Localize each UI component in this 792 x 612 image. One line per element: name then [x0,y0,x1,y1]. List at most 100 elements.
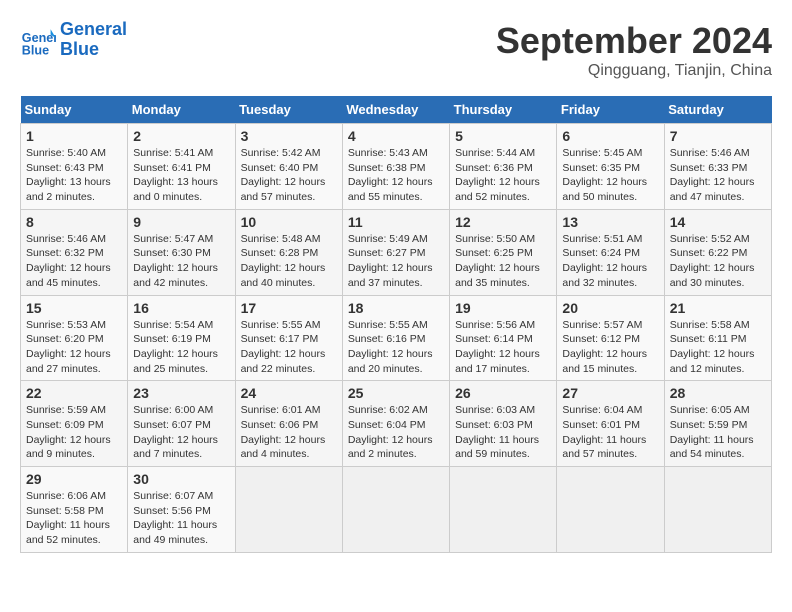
day-number: 18 [348,300,444,316]
calendar-cell: 8 Sunrise: 5:46 AM Sunset: 6:32 PM Daylig… [21,209,128,295]
calendar-cell: 6Sunrise: 5:45 AM Sunset: 6:35 PM Daylig… [557,124,664,210]
day-number: 15 [26,300,122,316]
calendar-cell: 18 Sunrise: 5:55 AM Sunset: 6:16 PM Dayli… [342,295,449,381]
logo: General Blue General Blue [20,20,127,60]
calendar-cell: 16 Sunrise: 5:54 AM Sunset: 6:19 PM Dayli… [128,295,235,381]
col-header-sunday: Sunday [21,96,128,124]
day-info: Sunrise: 6:03 AM Sunset: 6:03 PM Dayligh… [455,403,551,462]
day-info: Sunrise: 6:04 AM Sunset: 6:01 PM Dayligh… [562,403,658,462]
day-number: 3 [241,128,337,144]
calendar-cell [235,467,342,553]
day-number: 19 [455,300,551,316]
day-info: Sunrise: 5:48 AM Sunset: 6:28 PM Dayligh… [241,232,337,291]
calendar-cell: 3 Sunrise: 5:42 AM Sunset: 6:40 PM Daylig… [235,124,342,210]
day-info: Sunrise: 5:47 AM Sunset: 6:30 PM Dayligh… [133,232,229,291]
day-info: Sunrise: 6:05 AM Sunset: 5:59 PM Dayligh… [670,403,766,462]
calendar-cell: 21 Sunrise: 5:58 AM Sunset: 6:11 PM Dayli… [664,295,771,381]
calendar-cell: 30 Sunrise: 6:07 AM Sunset: 5:56 PM Dayli… [128,467,235,553]
day-number: 7 [670,128,766,144]
day-info: Sunrise: 5:51 AM Sunset: 6:24 PM Dayligh… [562,232,658,291]
day-number: 26 [455,385,551,401]
day-info: Sunrise: 5:46 AM Sunset: 6:32 PM Dayligh… [26,232,122,291]
calendar-cell: 17Sunrise: 5:55 AM Sunset: 6:17 PM Dayli… [235,295,342,381]
calendar-cell: 26 Sunrise: 6:03 AM Sunset: 6:03 PM Dayli… [450,381,557,467]
day-number: 2 [133,128,229,144]
day-info: Sunrise: 5:55 AM Sunset: 6:16 PM Dayligh… [348,318,444,377]
day-number: 16 [133,300,229,316]
calendar-cell [557,467,664,553]
day-number: 28 [670,385,766,401]
month-title: September 2024 [496,20,772,62]
day-info: Sunrise: 5:59 AM Sunset: 6:09 PM Dayligh… [26,403,122,462]
day-info: Sunrise: 6:02 AM Sunset: 6:04 PM Dayligh… [348,403,444,462]
calendar-cell: 28 Sunrise: 6:05 AM Sunset: 5:59 PM Dayli… [664,381,771,467]
title-block: September 2024 Qingguang, Tianjin, China [496,20,772,80]
calendar-cell: 10Sunrise: 5:48 AM Sunset: 6:28 PM Dayli… [235,209,342,295]
day-number: 6 [562,128,658,144]
day-number: 1 [26,128,122,144]
day-info: Sunrise: 5:53 AM Sunset: 6:20 PM Dayligh… [26,318,122,377]
calendar-cell: 7 Sunrise: 5:46 AM Sunset: 6:33 PM Daylig… [664,124,771,210]
day-number: 13 [562,214,658,230]
calendar-cell: 13 Sunrise: 5:51 AM Sunset: 6:24 PM Dayli… [557,209,664,295]
day-info: Sunrise: 5:42 AM Sunset: 6:40 PM Dayligh… [241,146,337,205]
day-info: Sunrise: 6:00 AM Sunset: 6:07 PM Dayligh… [133,403,229,462]
calendar-cell: 1 Sunrise: 5:40 AM Sunset: 6:43 PM Daylig… [21,124,128,210]
day-number: 30 [133,471,229,487]
col-header-friday: Friday [557,96,664,124]
day-info: Sunrise: 6:07 AM Sunset: 5:56 PM Dayligh… [133,489,229,548]
day-number: 21 [670,300,766,316]
col-header-tuesday: Tuesday [235,96,342,124]
calendar-cell: 24Sunrise: 6:01 AM Sunset: 6:06 PM Dayli… [235,381,342,467]
col-header-thursday: Thursday [450,96,557,124]
day-number: 20 [562,300,658,316]
day-info: Sunrise: 5:52 AM Sunset: 6:22 PM Dayligh… [670,232,766,291]
calendar-cell: 20 Sunrise: 5:57 AM Sunset: 6:12 PM Dayli… [557,295,664,381]
day-info: Sunrise: 5:56 AM Sunset: 6:14 PM Dayligh… [455,318,551,377]
col-header-saturday: Saturday [664,96,771,124]
calendar-cell: 22 Sunrise: 5:59 AM Sunset: 6:09 PM Dayli… [21,381,128,467]
calendar-cell: 25 Sunrise: 6:02 AM Sunset: 6:04 PM Dayli… [342,381,449,467]
day-number: 22 [26,385,122,401]
day-info: Sunrise: 5:57 AM Sunset: 6:12 PM Dayligh… [562,318,658,377]
day-number: 27 [562,385,658,401]
calendar-cell: 9Sunrise: 5:47 AM Sunset: 6:30 PM Daylig… [128,209,235,295]
day-info: Sunrise: 5:46 AM Sunset: 6:33 PM Dayligh… [670,146,766,205]
day-info: Sunrise: 5:58 AM Sunset: 6:11 PM Dayligh… [670,318,766,377]
day-info: Sunrise: 5:40 AM Sunset: 6:43 PM Dayligh… [26,146,122,205]
day-info: Sunrise: 5:50 AM Sunset: 6:25 PM Dayligh… [455,232,551,291]
calendar-cell: 11 Sunrise: 5:49 AM Sunset: 6:27 PM Dayli… [342,209,449,295]
logo-general: General [60,20,127,40]
day-info: Sunrise: 6:06 AM Sunset: 5:58 PM Dayligh… [26,489,122,548]
day-info: Sunrise: 5:43 AM Sunset: 6:38 PM Dayligh… [348,146,444,205]
calendar-cell [450,467,557,553]
day-number: 25 [348,385,444,401]
day-info: Sunrise: 5:55 AM Sunset: 6:17 PM Dayligh… [241,318,337,377]
day-number: 4 [348,128,444,144]
calendar-table: SundayMondayTuesdayWednesdayThursdayFrid… [20,96,772,553]
calendar-cell: 29Sunrise: 6:06 AM Sunset: 5:58 PM Dayli… [21,467,128,553]
day-info: Sunrise: 5:44 AM Sunset: 6:36 PM Dayligh… [455,146,551,205]
day-number: 24 [241,385,337,401]
day-info: Sunrise: 5:54 AM Sunset: 6:19 PM Dayligh… [133,318,229,377]
calendar-cell: 5Sunrise: 5:44 AM Sunset: 6:36 PM Daylig… [450,124,557,210]
calendar-cell [342,467,449,553]
day-info: Sunrise: 5:41 AM Sunset: 6:41 PM Dayligh… [133,146,229,205]
page-header: General Blue General Blue September 2024… [20,20,772,80]
col-header-monday: Monday [128,96,235,124]
calendar-cell: 15 Sunrise: 5:53 AM Sunset: 6:20 PM Dayli… [21,295,128,381]
day-info: Sunrise: 5:49 AM Sunset: 6:27 PM Dayligh… [348,232,444,291]
day-number: 8 [26,214,122,230]
calendar-cell: 14 Sunrise: 5:52 AM Sunset: 6:22 PM Dayli… [664,209,771,295]
logo-icon: General Blue [20,22,56,58]
svg-text:Blue: Blue [22,43,49,57]
day-number: 11 [348,214,444,230]
day-number: 14 [670,214,766,230]
day-number: 12 [455,214,551,230]
col-header-wednesday: Wednesday [342,96,449,124]
calendar-cell: 27 Sunrise: 6:04 AM Sunset: 6:01 PM Dayli… [557,381,664,467]
calendar-cell: 2 Sunrise: 5:41 AM Sunset: 6:41 PM Daylig… [128,124,235,210]
location-subtitle: Qingguang, Tianjin, China [496,62,772,80]
day-number: 23 [133,385,229,401]
calendar-cell: 19 Sunrise: 5:56 AM Sunset: 6:14 PM Dayli… [450,295,557,381]
